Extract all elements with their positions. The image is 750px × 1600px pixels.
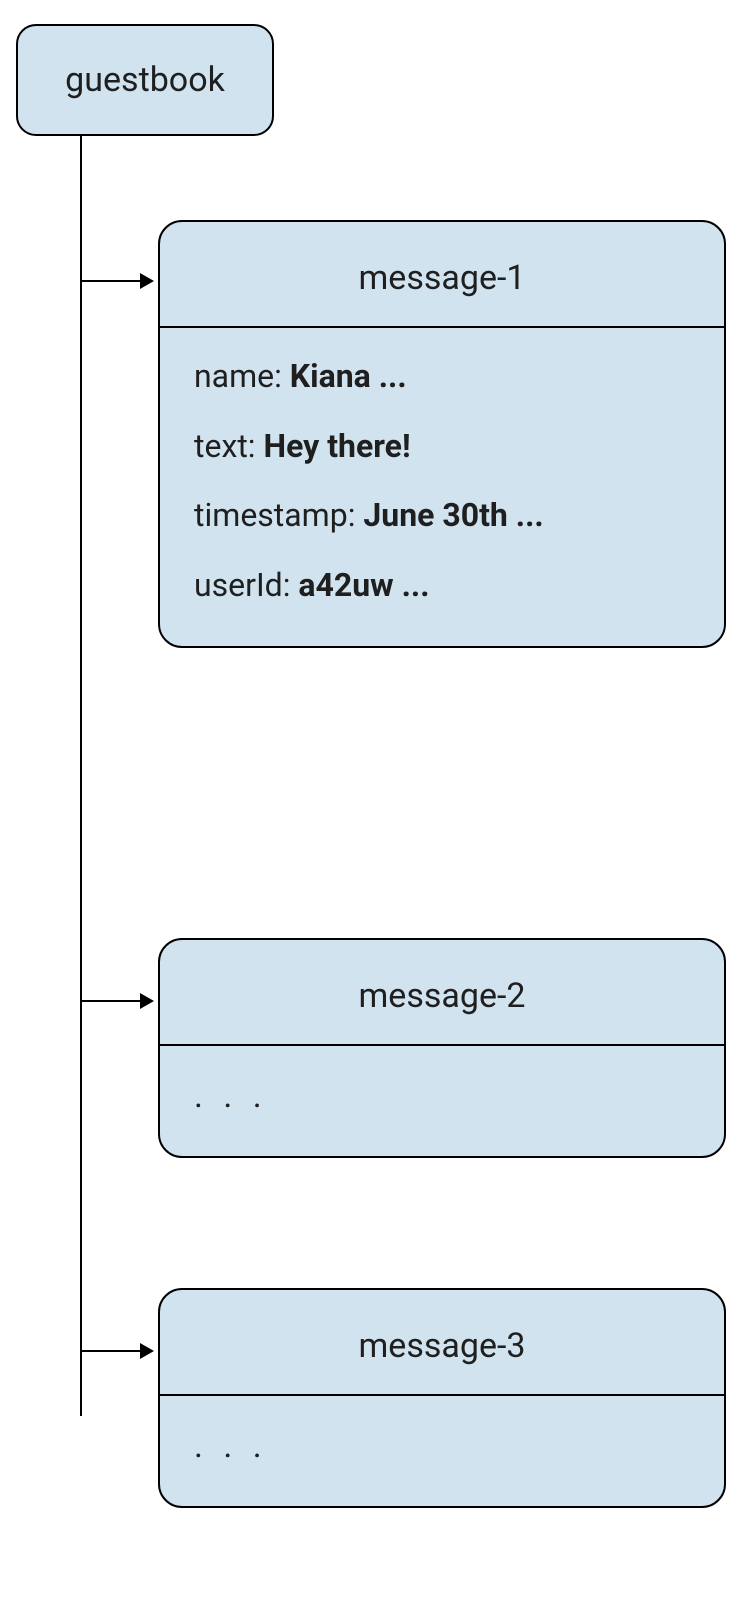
- collection-box-guestbook: guestbook: [16, 24, 274, 136]
- document-field: timestamp: June 30th ...: [194, 495, 696, 537]
- collection-label: guestbook: [65, 60, 225, 100]
- document-title: message-3: [160, 1290, 724, 1396]
- field-label-text: text:: [194, 427, 256, 465]
- document-title: message-2: [160, 940, 724, 1046]
- document-title-text: message-1: [358, 258, 525, 298]
- field-value-text: Hey there!: [263, 427, 410, 465]
- document-body: name: Kiana ... text: Hey there! timesta…: [160, 328, 724, 646]
- document-body-ellipsis: . . .: [160, 1396, 724, 1506]
- tree-connector-branch-1: [80, 280, 142, 282]
- document-field: name: Kiana ...: [194, 356, 696, 398]
- document-title-text: message-3: [358, 1326, 525, 1366]
- tree-connector-vertical: [80, 136, 82, 1416]
- document-box-message-1: message-1 name: Kiana ... text: Hey ther…: [158, 220, 726, 648]
- ellipsis-text: . . .: [194, 1426, 268, 1466]
- field-label-name: name:: [194, 357, 282, 395]
- tree-connector-branch-2: [80, 1000, 142, 1002]
- document-box-message-2: message-2 . . .: [158, 938, 726, 1158]
- field-value-name: Kiana ...: [290, 357, 407, 395]
- document-title: message-1: [160, 222, 724, 328]
- document-field: userId: a42uw ...: [194, 565, 696, 607]
- field-label-timestamp: timestamp:: [194, 496, 355, 534]
- document-body-ellipsis: . . .: [160, 1046, 724, 1156]
- tree-connector-branch-3: [80, 1350, 142, 1352]
- field-label-userid: userId:: [194, 566, 290, 604]
- document-title-text: message-2: [358, 976, 525, 1016]
- document-field: text: Hey there!: [194, 426, 696, 468]
- ellipsis-text: . . .: [194, 1076, 268, 1116]
- field-value-timestamp: June 30th ...: [363, 496, 543, 534]
- tree-connector-arrow-1: [140, 273, 154, 289]
- tree-connector-arrow-3: [140, 1343, 154, 1359]
- field-value-userid: a42uw ...: [298, 566, 429, 604]
- tree-connector-arrow-2: [140, 993, 154, 1009]
- document-box-message-3: message-3 . . .: [158, 1288, 726, 1508]
